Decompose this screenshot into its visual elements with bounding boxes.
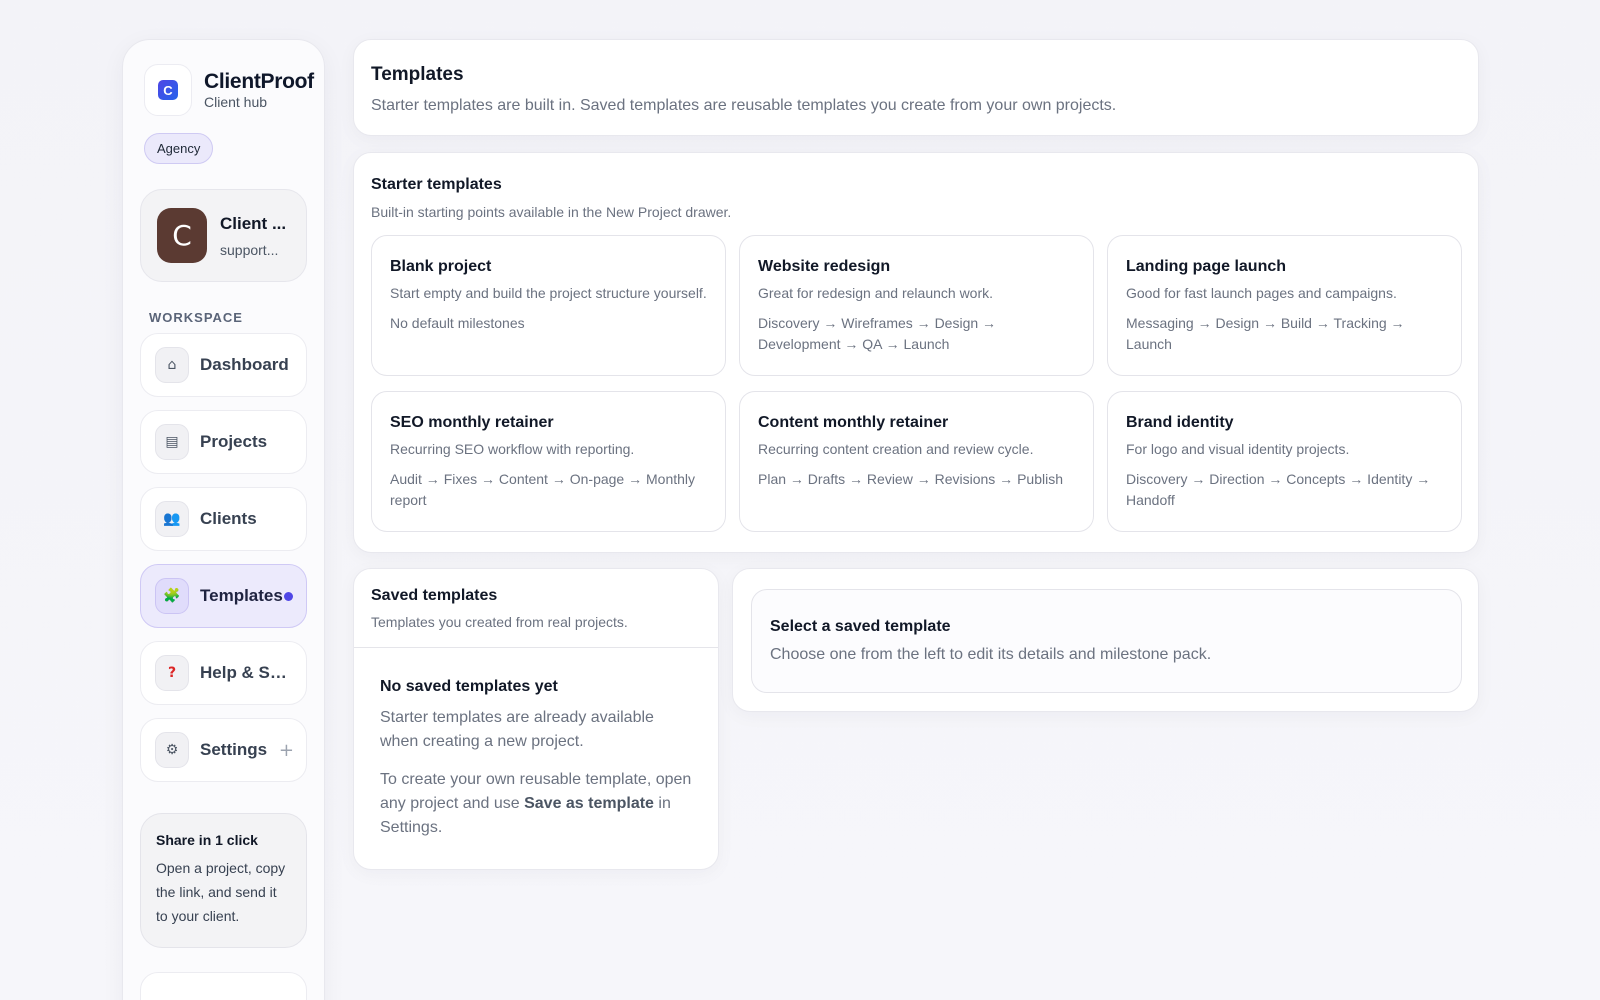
template-milestones: Messaging → Design → Build → Tracking → … <box>1126 315 1405 352</box>
page-description: Starter templates are built in. Saved te… <box>371 97 1117 114</box>
template-milestones: Discovery → Direction → Concepts → Ident… <box>1126 471 1431 508</box>
active-indicator-dot <box>284 591 293 601</box>
starter-templates-section: Starter templates Built-in starting poin… <box>353 152 1479 553</box>
sidebar-item-settings[interactable]: ⚙ Settings + <box>140 718 307 782</box>
section-title: Starter templates <box>371 176 502 193</box>
section-subtitle: Built-in starting points available in th… <box>371 204 732 220</box>
placeholder-title: Select a saved template <box>770 618 951 635</box>
placeholder-description: Choose one from the left to edit its det… <box>770 646 1212 663</box>
template-description: Start empty and build the project struct… <box>390 285 707 301</box>
sidebar-item-help[interactable]: ? Help & Su... <box>140 641 307 705</box>
empty-state: No saved templates yet Starter templates… <box>354 648 718 840</box>
page-title: Templates <box>371 64 464 85</box>
share-tip-body: Open a project, copy the link, and send … <box>156 860 286 924</box>
saved-templates-header: Saved templates Templates you created fr… <box>354 569 718 648</box>
template-card-content-monthly-retainer[interactable]: Content monthly retainer Recurring conte… <box>739 391 1094 532</box>
sidebar-item-dashboard[interactable]: ⌂ Dashboard <box>140 333 307 397</box>
template-card-website-redesign[interactable]: Website redesign Great for redesign and … <box>739 235 1094 376</box>
brand-subtitle: Client hub <box>204 94 268 110</box>
brand-name: ClientProof <box>204 70 314 93</box>
sidebar: C ClientProof Client hub Agency C Client… <box>122 39 325 1000</box>
share-tip-title: Share in 1 click <box>156 832 258 848</box>
template-name: Content monthly retainer <box>758 414 949 431</box>
sidebar-bottom-item[interactable] <box>140 972 307 1000</box>
share-tip-card: Share in 1 click Open a project, copy th… <box>140 813 307 948</box>
user-email: support... <box>220 241 279 258</box>
sidebar-item-label: Clients <box>200 509 257 528</box>
saved-templates-title: Saved templates <box>371 587 498 604</box>
section-label-workspace: WORKSPACE <box>149 310 243 325</box>
template-detail-panel: Select a saved template Choose one from … <box>732 568 1479 712</box>
template-name: Website redesign <box>758 258 891 275</box>
empty-state-text: Starter templates are already available … <box>380 709 654 750</box>
template-card-blank-project[interactable]: Blank project Start empty and build the … <box>371 235 726 376</box>
template-milestones: Audit → Fixes → Content → On-page → Mont… <box>390 471 696 508</box>
user-card[interactable]: C Client ... support... <box>140 189 307 282</box>
sidebar-item-clients[interactable]: 👥 Clients <box>140 487 307 551</box>
sidebar-item-label: Help & Su... <box>200 663 290 682</box>
template-name: Landing page launch <box>1126 258 1287 275</box>
empty-state-instructions: To create your own reusable template, op… <box>380 768 692 840</box>
template-card-landing-page-launch[interactable]: Landing page launch Good for fast launch… <box>1107 235 1462 376</box>
template-milestones: Plan → Drafts → Review → Revisions → Pub… <box>758 471 1063 487</box>
template-name: Brand identity <box>1126 414 1234 431</box>
template-description: Good for fast launch pages and campaigns… <box>1126 285 1397 301</box>
sidebar-item-label: Projects <box>200 432 268 451</box>
save-as-template-hint: Save as template <box>524 795 654 812</box>
sidebar-item-label: Dashboard <box>200 355 289 374</box>
select-template-placeholder: Select a saved template Choose one from … <box>751 589 1462 693</box>
template-description: Recurring content creation and review cy… <box>758 441 1034 457</box>
users-icon: 👥 <box>155 501 189 537</box>
avatar: C <box>157 208 207 263</box>
template-name: Blank project <box>390 258 492 275</box>
template-description: Great for redesign and relaunch work. <box>758 285 994 301</box>
empty-state-title: No saved templates yet <box>380 678 558 695</box>
agency-badge: Agency <box>144 133 214 164</box>
home-icon: ⌂ <box>155 347 189 383</box>
sidebar-item-templates[interactable]: 🧩 Templates <box>140 564 307 628</box>
saved-templates-panel: Saved templates Templates you created fr… <box>353 568 719 870</box>
sidebar-item-label: Settings <box>200 740 268 759</box>
sidebar-item-label: Templates <box>200 586 283 605</box>
gear-icon: ⚙ <box>155 732 189 768</box>
puzzle-icon: 🧩 <box>155 578 189 614</box>
template-milestones: Discovery → Wireframes → Design → Develo… <box>758 315 997 352</box>
brand[interactable]: C ClientProof Client hub <box>144 64 314 116</box>
template-description: Recurring SEO workflow with reporting. <box>390 441 635 457</box>
sidebar-item-projects[interactable]: ▤ Projects <box>140 410 307 474</box>
template-name: SEO monthly retainer <box>390 414 554 431</box>
page-header: Templates Starter templates are built in… <box>353 39 1479 136</box>
expand-plus-icon[interactable]: + <box>279 740 294 761</box>
help-icon: ? <box>155 655 189 691</box>
template-description: For logo and visual identity projects. <box>1126 441 1350 457</box>
template-milestones: No default milestones <box>390 315 525 331</box>
saved-templates-subtitle: Templates you created from real projects… <box>371 614 628 630</box>
user-name: Client ... <box>220 213 287 233</box>
template-card-brand-identity[interactable]: Brand identity For logo and visual ident… <box>1107 391 1462 532</box>
template-card-seo-monthly-retainer[interactable]: SEO monthly retainer Recurring SEO workf… <box>371 391 726 532</box>
brand-logo: C <box>144 64 192 116</box>
folder-icon: ▤ <box>155 424 189 460</box>
logo-icon: C <box>158 80 178 100</box>
